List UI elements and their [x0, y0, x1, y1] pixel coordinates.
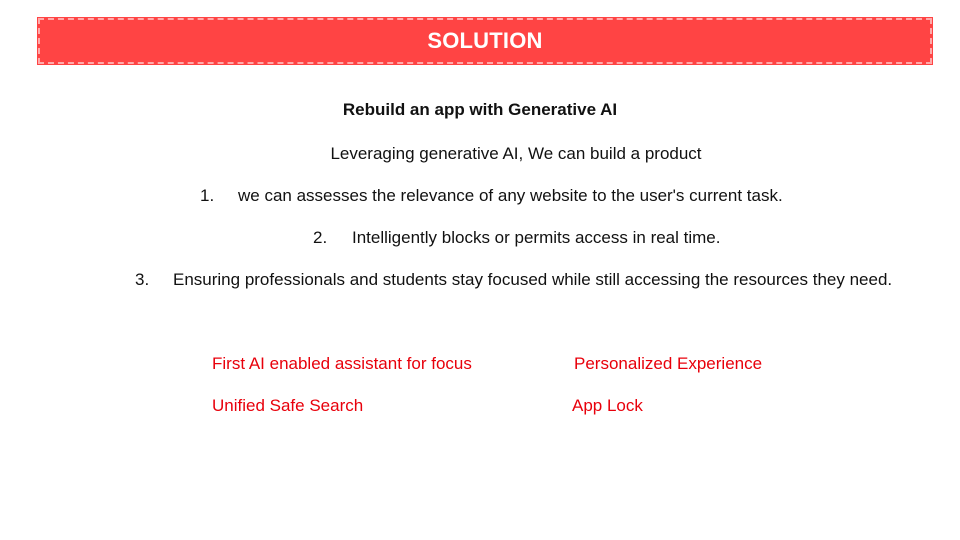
intro-text: Leveraging generative AI, We can build a…: [330, 144, 702, 163]
feature-app-lock: App Lock: [572, 396, 643, 415]
list-item-text: we can assesses the relevance of any web…: [238, 186, 783, 205]
list-item: 1. we can assesses the relevance of any w…: [200, 186, 783, 206]
list-item-number: 3.: [135, 270, 150, 289]
slide-title: SOLUTION: [427, 28, 543, 53]
feature-unified-safe-search: Unified Safe Search: [212, 396, 364, 415]
list-item-number: 2.: [313, 228, 328, 247]
list-item-number: 1.: [200, 186, 215, 205]
slide-heading: Rebuild an app with Generative AI: [342, 100, 618, 119]
list-item-text: Intelligently blocks or permits access i…: [352, 228, 721, 247]
list-item: 3. Ensuring professionals and students st…: [135, 270, 892, 290]
slide: SOLUTION Rebuild an app with Generative …: [0, 0, 960, 540]
list-item: 2. Intelligently blocks or permits access…: [313, 228, 720, 248]
feature-ai-assistant: First AI enabled assistant for focus: [212, 354, 472, 373]
title-banner: SOLUTION: [37, 17, 933, 65]
feature-personalized-experience: Personalized Experience: [574, 354, 763, 373]
list-item-text: Ensuring professionals and students stay…: [173, 270, 893, 289]
